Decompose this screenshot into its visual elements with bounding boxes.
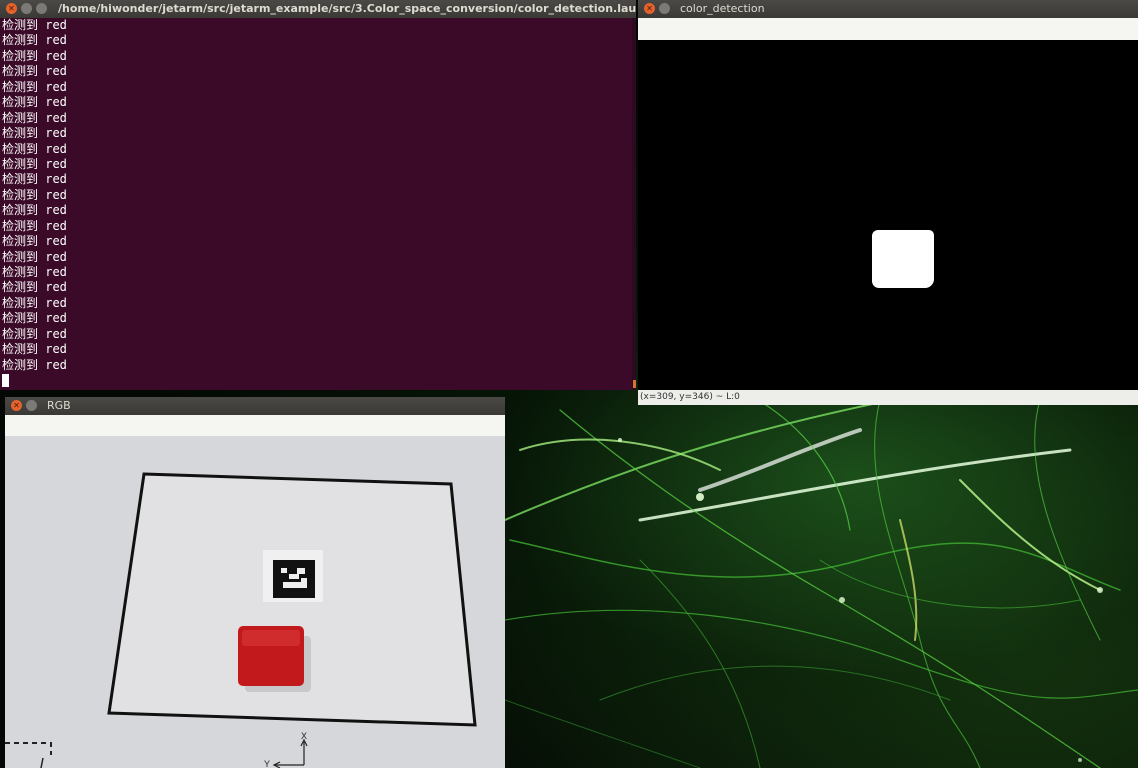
color-detection-titlebar[interactable]: ✕ color_detection xyxy=(638,0,1138,18)
terminal-line: 检测到 red xyxy=(2,234,67,249)
minimize-icon[interactable] xyxy=(21,3,32,14)
terminal-window[interactable]: ✕ /home/hiwonder/jetarm/src/jetarm_examp… xyxy=(0,0,636,390)
terminal-line: 检测到 red xyxy=(2,311,67,326)
terminal-cursor xyxy=(2,374,9,387)
terminal-line: 检测到 red xyxy=(2,110,67,125)
terminal-titlebar[interactable]: ✕ /home/hiwonder/jetarm/src/jetarm_examp… xyxy=(0,0,636,18)
terminal-line: 检测到 red xyxy=(2,156,67,171)
detected-blob xyxy=(872,230,934,288)
camera-image[interactable]: X Y xyxy=(5,436,505,768)
terminal-line: 检测到 red xyxy=(2,33,67,48)
terminal-line: 检测到 red xyxy=(2,18,67,32)
terminal-line: 检测到 red xyxy=(2,203,67,218)
terminal-line: 检测到 red xyxy=(2,265,67,279)
terminal-line: 检测到 red xyxy=(2,172,67,187)
apriltag xyxy=(273,560,315,598)
maximize-icon[interactable] xyxy=(36,3,47,14)
color-detection-window[interactable]: ✕ color_detection (x=309, y=346) ~ L:0 xyxy=(638,0,1138,405)
terminal-line: 检测到 red xyxy=(2,95,67,110)
red-block xyxy=(238,626,304,686)
terminal-line: 检测到 red xyxy=(2,141,67,156)
axis-y-label: Y xyxy=(264,759,270,768)
camera-scene: X Y xyxy=(5,436,505,768)
terminal-line: 检测到 red xyxy=(2,249,67,264)
terminal-title: /home/hiwonder/jetarm/src/jetarm_example… xyxy=(58,2,636,15)
close-icon[interactable]: ✕ xyxy=(11,400,22,411)
terminal-scrollbar[interactable] xyxy=(632,18,636,390)
terminal-line: 检测到 red xyxy=(2,342,67,357)
terminal-line: 检测到 red xyxy=(2,326,67,341)
window-title: RGB xyxy=(47,399,71,412)
terminal-line: 检测到 red xyxy=(2,126,67,141)
axis-x-label: X xyxy=(301,731,307,741)
close-icon[interactable]: ✕ xyxy=(644,3,655,14)
terminal-line: 检测到 red xyxy=(2,357,67,372)
minimize-icon[interactable] xyxy=(26,400,37,411)
rgb-window[interactable]: ✕ RGB X Y xyxy=(5,397,505,768)
scrollbar-thumb[interactable] xyxy=(633,380,636,388)
status-bar: (x=309, y=346) ~ L:0 xyxy=(638,390,1138,405)
minimize-icon[interactable] xyxy=(659,3,670,14)
window-title: color_detection xyxy=(680,2,765,15)
rgb-titlebar[interactable]: ✕ RGB xyxy=(5,397,505,415)
mask-image[interactable] xyxy=(638,40,1138,390)
terminal-line: 检测到 red xyxy=(2,64,67,79)
terminal-line: 检测到 red xyxy=(2,48,67,63)
close-icon[interactable]: ✕ xyxy=(6,3,17,14)
opencv-toolbar xyxy=(638,18,1138,41)
terminal-line: 检测到 red xyxy=(2,187,67,202)
terminal-line: 检测到 red xyxy=(2,218,67,233)
terminal-output[interactable]: 检测到 red 检测到 red 检测到 red 检测到 red 检测到 red 检测到 r… xyxy=(0,18,636,390)
opencv-toolbar xyxy=(5,415,505,437)
terminal-line: 检测到 red xyxy=(2,280,67,295)
terminal-line: 检测到 red xyxy=(2,295,67,310)
terminal-line: 检测到 red xyxy=(2,79,67,94)
